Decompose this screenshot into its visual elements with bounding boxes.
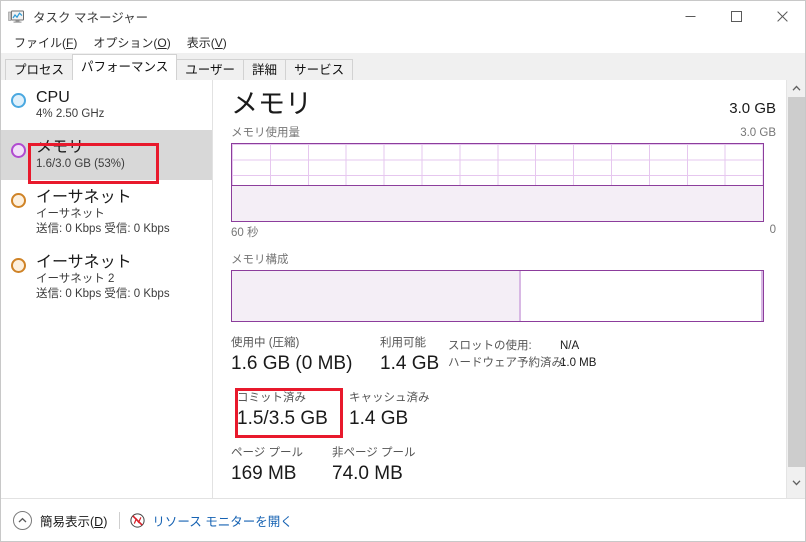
ethernet-2-status-icon: [11, 258, 26, 273]
title-bar: タスク マネージャー: [1, 1, 805, 32]
memory-stats: 使用中 (圧縮) 1.6 GB (0 MB) 利用可能 1.4 GB スロットの…: [231, 336, 776, 486]
stat-hardware-reserved-label: ハードウェア予約済み:: [448, 355, 560, 372]
stat-nonpaged-pool: 非ページ プール 74.0 MB: [332, 446, 415, 486]
close-button[interactable]: [759, 1, 805, 32]
fewer-details-button[interactable]: 簡易表示(D): [40, 511, 107, 530]
stat-paged-pool-value: 169 MB: [231, 461, 303, 486]
scrollbar-thumb[interactable]: [788, 97, 805, 467]
footer-bar: 簡易表示(D) リソース モニターを開く: [1, 498, 805, 542]
sidebar-item-cpu-line2: 4% 2.50 GHz: [36, 107, 206, 122]
usage-graph-header: メモリ使用量 3.0 GB: [231, 124, 776, 140]
stat-nonpaged-pool-value: 74.0 MB: [332, 461, 415, 486]
usage-graph-axis: 60 秒 0: [231, 224, 776, 240]
stat-cached-label: キャッシュ済み: [349, 391, 430, 406]
sidebar-item-ethernet-1[interactable]: イーサネット イーサネット 送信: 0 Kbps 受信: 0 Kbps: [1, 180, 212, 245]
stat-cached: キャッシュ済み 1.4 GB: [349, 391, 430, 431]
sidebar-item-ethernet-2-title: イーサネット: [36, 253, 206, 272]
content-scrollbar[interactable]: [786, 80, 805, 498]
menu-options[interactable]: オプション(O): [86, 32, 177, 53]
graph-time-left: 60 秒: [231, 224, 259, 240]
sidebar-item-ethernet-2-line3: 送信: 0 Kbps 受信: 0 Kbps: [36, 287, 206, 302]
resource-monitor-icon: [130, 513, 145, 528]
stat-in-use: 使用中 (圧縮) 1.6 GB (0 MB): [231, 336, 352, 376]
memory-detail-panel: メモリ 3.0 GB メモリ使用量 3.0 GB 60 秒 0 メモリ構成: [213, 80, 785, 498]
chevron-up-icon[interactable]: [13, 511, 32, 530]
stat-in-use-label: 使用中 (圧縮): [231, 336, 352, 351]
ethernet-1-status-icon: [11, 193, 26, 208]
usage-graph-label: メモリ使用量: [231, 124, 300, 140]
stat-paged-pool-label: ページ プール: [231, 446, 303, 461]
sidebar-item-ethernet-1-line3: 送信: 0 Kbps 受信: 0 Kbps: [36, 222, 206, 237]
scroll-down-arrow-icon[interactable]: [787, 474, 805, 491]
sidebar-item-memory[interactable]: メモリ 1.6/3.0 GB (53%): [1, 130, 212, 180]
graph-usage-area: [232, 185, 763, 221]
tab-details[interactable]: 詳細: [243, 59, 286, 80]
stat-nonpaged-pool-label: 非ページ プール: [332, 446, 415, 461]
stat-committed-label: コミット済み: [237, 391, 328, 406]
menu-bar: ファイル(F) オプション(O) 表示(V): [1, 32, 805, 53]
sidebar-item-cpu[interactable]: CPU 4% 2.50 GHz: [1, 80, 212, 130]
hardware-reserved-row: ハードウェア予約済み: 1.0 MB: [448, 355, 596, 372]
stat-paged-pool: ページ プール 169 MB: [231, 446, 303, 486]
graph-time-right: 0: [770, 224, 776, 240]
tab-processes[interactable]: プロセス: [5, 59, 73, 80]
cpu-status-icon: [11, 93, 26, 108]
maximize-button[interactable]: [713, 1, 759, 32]
body-area: CPU 4% 2.50 GHz メモリ 1.6/3.0 GB (53%) イーサ…: [1, 80, 805, 498]
footer-divider: [119, 512, 120, 529]
resource-sidebar: CPU 4% 2.50 GHz メモリ 1.6/3.0 GB (53%) イーサ…: [1, 80, 213, 498]
stat-available-label: 利用可能: [380, 336, 439, 351]
memory-total: 3.0 GB: [729, 100, 776, 117]
sidebar-item-ethernet-2[interactable]: イーサネット イーサネット 2 送信: 0 Kbps 受信: 0 Kbps: [1, 245, 212, 310]
sidebar-item-ethernet-1-title: イーサネット: [36, 188, 206, 207]
stat-slots-used: スロットの使用: N/A ハードウェア予約済み: 1.0 MB: [448, 338, 596, 372]
sidebar-item-ethernet-2-line2: イーサネット 2: [36, 272, 206, 287]
stat-committed-value: 1.5/3.5 GB: [237, 406, 328, 431]
usage-graph-max: 3.0 GB: [740, 127, 776, 139]
sidebar-item-memory-line2: 1.6/3.0 GB (53%): [36, 157, 206, 172]
task-manager-window: タスク マネージャー ファイル(F) オプション(O) 表示(V) プロセス パ…: [0, 0, 806, 542]
stat-available-value: 1.4 GB: [380, 351, 439, 376]
detail-header: メモリ 3.0 GB: [231, 88, 776, 120]
menu-file[interactable]: ファイル(F): [7, 32, 84, 53]
menu-view[interactable]: 表示(V): [180, 32, 234, 53]
page-title: メモリ: [231, 88, 312, 120]
resource-monitor-link[interactable]: リソース モニターを開く: [152, 511, 292, 530]
window-title: タスク マネージャー: [33, 7, 148, 26]
composition-in-use-segment: [232, 271, 521, 321]
memory-composition-bar[interactable]: [231, 270, 764, 322]
stat-slots-used-label: スロットの使用:: [448, 338, 560, 355]
stat-hardware-reserved-value: 1.0 MB: [560, 355, 596, 372]
stat-committed: コミット済み 1.5/3.5 GB: [237, 391, 328, 431]
tab-users[interactable]: ユーザー: [176, 59, 244, 80]
task-manager-icon: [8, 8, 26, 26]
memory-usage-graph[interactable]: [231, 143, 764, 222]
stat-cached-value: 1.4 GB: [349, 406, 430, 431]
sidebar-item-memory-title: メモリ: [36, 138, 206, 157]
minimize-button[interactable]: [667, 1, 713, 32]
slots-used-row: スロットの使用: N/A: [448, 338, 596, 355]
composition-label: メモリ構成: [231, 251, 776, 267]
stat-available: 利用可能 1.4 GB: [380, 336, 439, 376]
composition-right-marker: [761, 271, 763, 321]
window-controls: [667, 1, 805, 32]
fewer-details-label: 簡易表示(D): [40, 515, 107, 529]
memory-status-icon: [11, 143, 26, 158]
stat-in-use-value: 1.6 GB (0 MB): [231, 351, 352, 376]
tab-performance[interactable]: パフォーマンス: [72, 54, 177, 80]
sidebar-item-cpu-title: CPU: [36, 88, 206, 107]
tab-strip: プロセス パフォーマンス ユーザー 詳細 サービス: [1, 53, 805, 81]
scroll-up-arrow-icon[interactable]: [787, 80, 805, 97]
tab-services[interactable]: サービス: [285, 59, 353, 80]
sidebar-item-ethernet-1-line2: イーサネット: [36, 207, 206, 222]
stat-slots-used-value: N/A: [560, 338, 579, 355]
